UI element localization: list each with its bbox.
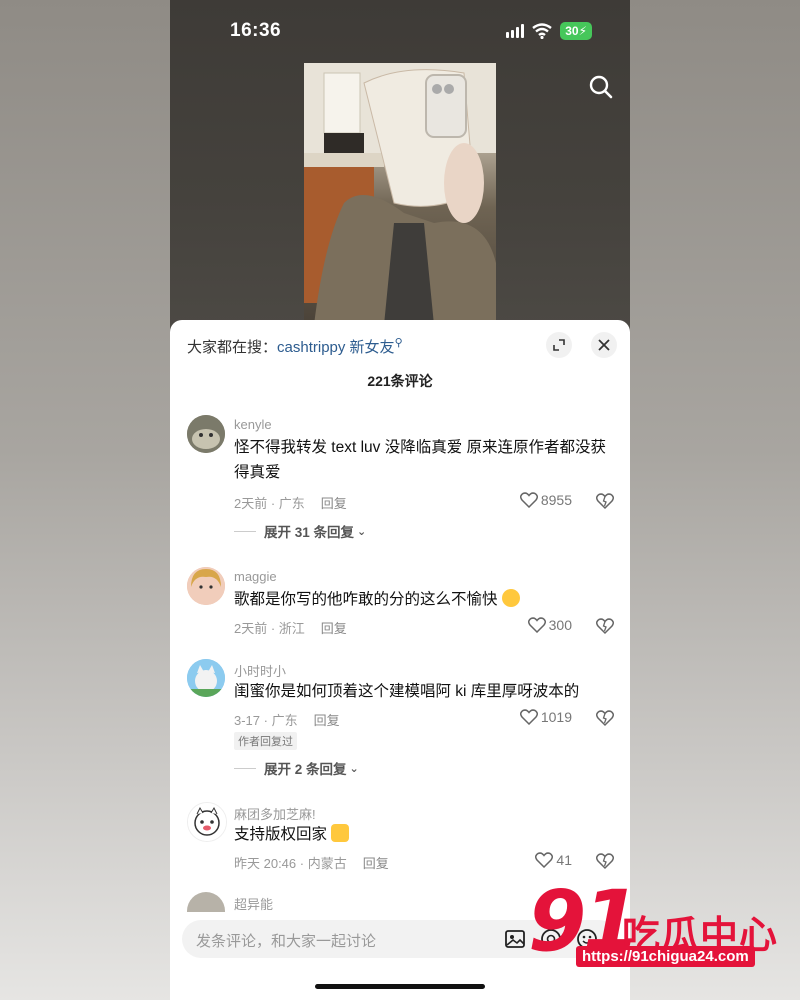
like-count: 300 [548,617,572,633]
expand-replies-label: 展开 31 条回复 [264,525,355,540]
laughing-emoji-icon [501,589,520,607]
dislike-icon[interactable] [596,492,614,510]
search-icon[interactable] [588,74,614,100]
image-icon[interactable] [504,928,526,950]
comment-meta: 3-17 · 广东 回复 [234,710,340,729]
comment-meta: 昨天 20:46 · 内蒙古 回复 [234,853,389,872]
chevron-down-icon: ⌄ [349,762,359,775]
reply-button[interactable]: 回复 [321,496,347,511]
battery-level: 30 [565,24,579,38]
comment-meta: 2天前 · 浙江 回复 [234,618,347,637]
comment-text: 歌都是你写的他咋敢的分的这么不愉快 [234,587,614,612]
heart-icon [519,492,538,508]
comment-text: 闺蜜你是如何顶着这个建模唱阿 ki 库里厚呀波本的 [234,683,580,700]
comment-username[interactable]: 麻团多加芝麻! [234,804,316,823]
search-small-icon: ⚲ [394,337,403,349]
comment-text-content: 歌都是你写的他咋敢的分的这么不愉快 [234,591,498,608]
heart-hands-emoji-icon [331,824,350,842]
hot-search-link[interactable]: 大家都在搜：cashtrippy 新女友⚲ [187,336,403,357]
dislike-icon[interactable] [596,709,614,727]
heart-icon [519,709,538,725]
like-count: 41 [556,852,572,868]
comment-username[interactable]: kenyle [234,417,272,432]
comment-username[interactable]: 小时时小 [234,661,286,680]
reply-button[interactable]: 回复 [321,621,347,636]
reply-button[interactable]: 回复 [363,856,389,871]
signal-icon [506,24,525,38]
sheet-header: 大家都在搜：cashtrippy 新女友⚲ [170,320,630,372]
comment-username[interactable]: maggie [234,569,277,584]
expand-replies-button[interactable]: 展开 31 条回复 ⌄ [234,521,366,541]
home-indicator[interactable] [315,984,485,989]
avatar[interactable] [187,802,227,842]
status-bar: 16:36 30⚡ [170,0,630,60]
close-icon [598,339,610,351]
comment-time-location: 2天前 · 广东 [234,496,305,511]
close-button[interactable] [591,332,617,358]
hot-search-term: cashtrippy 新女友 [277,339,395,356]
comment-text: 怪不得我转发 text luv 没降临真爱 原来连原作者都没获得真爱 [234,439,607,481]
avatar[interactable] [187,659,225,697]
heart-icon [527,617,546,633]
comment-input-placeholder: 发条评论，和大家一起讨论 [196,933,377,950]
dislike-icon[interactable] [596,617,614,635]
like-button[interactable]: 1019 [519,709,572,725]
status-time: 16:36 [230,20,282,41]
avatar[interactable] [187,892,225,912]
chevron-down-icon: ⌄ [357,525,367,538]
comment-text-content: 支持版权回家 [234,826,328,843]
author-replied-badge: 作者回复过 [234,732,297,750]
avatar[interactable] [187,567,225,605]
avatar[interactable] [187,415,225,453]
heart-icon [535,852,554,868]
wifi-icon [532,23,552,39]
comment-meta: 2天前 · 广东 回复 [234,493,347,512]
comment-time-location: 3-17 · 广东 [234,713,298,728]
hot-search-prefix: 大家都在搜： [187,339,278,356]
expand-replies-label: 展开 2 条回复 [264,762,347,777]
expand-button[interactable] [546,332,572,358]
comment-count: 221条评论 [367,373,433,389]
like-button[interactable]: 300 [527,617,572,633]
like-button[interactable]: 8955 [519,492,572,508]
comment-time-location: 昨天 20:46 · 内蒙古 [234,856,347,871]
dislike-icon[interactable] [596,852,614,870]
expand-replies-button[interactable]: 展开 2 条回复 ⌄ [234,758,359,778]
reply-button[interactable]: 回复 [314,713,340,728]
video-thumbnail[interactable] [304,63,496,325]
comment-username[interactable]: 超异能 [234,894,273,912]
site-watermark: 91 吃瓜中心 https://91chigua24.com [528,876,778,976]
battery-icon: 30⚡ [560,22,592,40]
comment-text: 支持版权回家 [234,822,614,847]
comment-time-location: 2天前 · 浙江 [234,621,305,636]
like-count: 8955 [540,492,572,508]
phone-screen: 16:36 30⚡ 大家都在搜：cashtrippy 新女友⚲ 221条评论 k… [170,0,630,1000]
expand-icon [553,339,565,351]
like-button[interactable]: 41 [535,852,572,868]
like-count: 1019 [540,709,572,725]
status-icons: 30⚡ [506,22,592,40]
watermark-url: https://91chigua24.com [576,946,755,967]
video-thumbnail-art [304,63,496,325]
